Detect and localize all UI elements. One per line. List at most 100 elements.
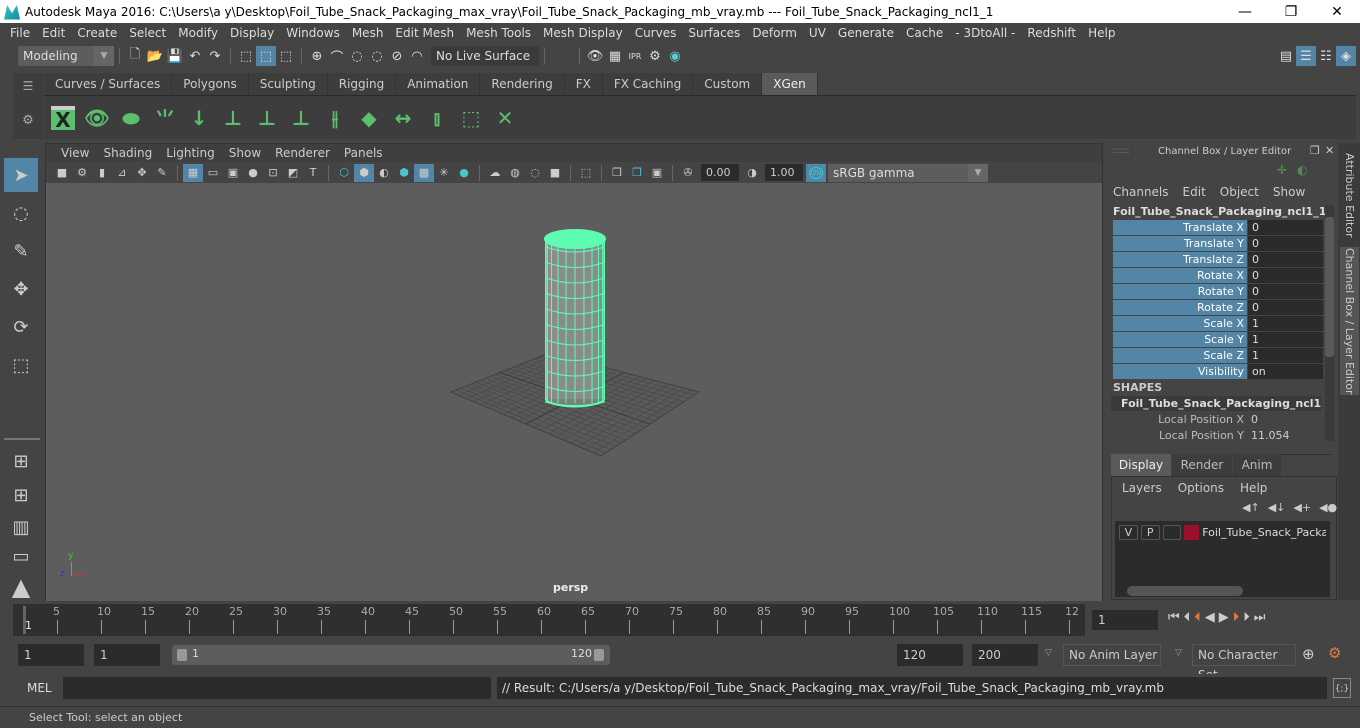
- gate-mask-icon[interactable]: ●: [243, 164, 263, 182]
- menu-uv[interactable]: UV: [803, 26, 832, 40]
- density-map-icon[interactable]: ◆: [354, 102, 384, 134]
- tab-channel-box-layer-editor[interactable]: Channel Box / Layer Editor: [1340, 247, 1359, 395]
- range-slider[interactable]: 1 120: [172, 645, 610, 665]
- move-tool-icon[interactable]: ✥: [4, 272, 38, 306]
- layer-menu-layers[interactable]: Layers: [1122, 481, 1162, 495]
- scale-tool-icon[interactable]: ⬚: [4, 348, 38, 382]
- play-backwards-icon[interactable]: ◀: [1205, 610, 1215, 625]
- exposure-field[interactable]: 0.00: [701, 164, 739, 181]
- redo-icon[interactable]: ↷: [205, 46, 225, 66]
- playback-start-field[interactable]: 1: [94, 644, 160, 666]
- step-back-frame-icon[interactable]: ⏴: [1194, 610, 1201, 625]
- image-plane-icon[interactable]: ⊿: [112, 164, 132, 182]
- step-back-key-icon[interactable]: ⏴: [1184, 610, 1191, 625]
- select-object-icon[interactable]: ⬚: [256, 46, 276, 66]
- shelf-tab-rigging[interactable]: Rigging: [327, 73, 397, 95]
- layer-menu-help[interactable]: Help: [1240, 481, 1267, 495]
- channel-row[interactable]: Scale Y1: [1113, 332, 1323, 347]
- character-set-dropdown[interactable]: No Character Set: [1192, 644, 1296, 682]
- outliner-persp-layout-icon[interactable]: ▥: [4, 512, 38, 542]
- channel-value[interactable]: 0: [1248, 252, 1323, 267]
- menu-mesh[interactable]: Mesh: [346, 26, 390, 40]
- bounding-guides-icon[interactable]: ⬚: [456, 102, 486, 134]
- channel-value[interactable]: 0: [1248, 220, 1323, 235]
- layer-display-type-toggle[interactable]: [1162, 525, 1182, 540]
- shelf-tab-fx[interactable]: FX: [564, 73, 603, 95]
- channel-value[interactable]: 1: [1248, 316, 1323, 331]
- menu-redshift[interactable]: Redshift: [1021, 26, 1082, 40]
- gamma-icon[interactable]: ◑: [742, 164, 762, 182]
- safe-title-icon[interactable]: T: [303, 164, 323, 182]
- delete-guides-icon[interactable]: ✕: [490, 102, 520, 134]
- snap-grid-icon[interactable]: ⊕: [307, 46, 327, 66]
- shape-name[interactable]: Foil_Tube_Snack_Packaging_ncl1_1S...: [1111, 396, 1321, 411]
- menu-cache[interactable]: Cache: [900, 26, 949, 40]
- shelf-tab-custom[interactable]: Custom: [693, 73, 763, 95]
- layer-tab-render[interactable]: Render: [1172, 454, 1232, 476]
- channel-label[interactable]: Scale Y: [1113, 332, 1247, 347]
- attribute-editor-toggle-icon[interactable]: ☰: [1296, 46, 1316, 66]
- channel-label[interactable]: Rotate Y: [1113, 284, 1247, 299]
- four-view-layout-icon[interactable]: ⊞: [4, 482, 38, 508]
- channel-value[interactable]: 1: [1248, 348, 1323, 363]
- step-forward-key-icon[interactable]: ⏵: [1243, 610, 1250, 625]
- float-panel-icon[interactable]: ❐: [1310, 144, 1320, 157]
- grid-icon[interactable]: ▦: [183, 163, 203, 182]
- grease-pencil-icon[interactable]: ✎: [152, 164, 172, 182]
- menu-set-dropdown[interactable]: Modeling ▼: [18, 46, 114, 66]
- menu-file[interactable]: File: [4, 26, 36, 40]
- isolate-select-icon[interactable]: ⬚: [576, 164, 596, 182]
- depth-of-field-icon[interactable]: ■: [545, 164, 565, 182]
- viewport-canvas[interactable]: y x z persp: [46, 183, 1102, 601]
- modeling-toolkit-icon[interactable]: ▤: [1276, 46, 1296, 66]
- scroll-thumb[interactable]: [1325, 217, 1334, 357]
- paint-select-tool-icon[interactable]: ✎: [4, 234, 38, 268]
- channel-box-scrollbar[interactable]: [1325, 205, 1334, 441]
- channel-label[interactable]: Translate Z: [1113, 252, 1247, 267]
- resolution-gate-icon[interactable]: ▣: [223, 164, 243, 182]
- channel-row[interactable]: Rotate X0: [1113, 268, 1323, 283]
- motion-blur-icon[interactable]: ◍: [505, 164, 525, 182]
- shape-channel-row[interactable]: Local Position Y 11.054: [1113, 429, 1323, 442]
- manipulator-icon[interactable]: ✛: [1277, 163, 1287, 177]
- add-guides-icon[interactable]: ⺌: [150, 102, 180, 134]
- view-transform-dropdown[interactable]: sRGB gamma ▼: [828, 163, 988, 182]
- channel-label[interactable]: Visibility: [1113, 364, 1247, 379]
- tool-settings-toggle-icon[interactable]: ☷: [1316, 46, 1336, 66]
- channel-row[interactable]: Visibility on: [1113, 364, 1323, 379]
- ipr-render-icon[interactable]: IPR: [625, 46, 645, 66]
- time-slider[interactable]: 5 10 15 20 25 30 35 40 45 50 55 60 65 70 75 80 85 90 95 100…: [13, 604, 1085, 636]
- menu-create[interactable]: Create: [71, 26, 123, 40]
- auto-key-icon[interactable]: ⊕: [1302, 645, 1315, 663]
- lasso-tool-icon[interactable]: ◌: [4, 196, 38, 230]
- shape-channel-row[interactable]: Local Position X 0: [1113, 413, 1323, 426]
- channel-label[interactable]: Rotate Z: [1113, 300, 1247, 315]
- viewport-menu-show[interactable]: Show: [222, 146, 268, 160]
- select-tool-icon[interactable]: ➤: [4, 158, 38, 192]
- channel-label[interactable]: Rotate X: [1113, 268, 1247, 283]
- rotate-tool-icon[interactable]: ⟳: [4, 310, 38, 344]
- character-set-chevron-icon[interactable]: ▽: [1175, 648, 1182, 658]
- screen-space-ao-icon[interactable]: ☁: [485, 164, 505, 182]
- shelf-settings-icon[interactable]: ⚙: [13, 113, 43, 128]
- close-button[interactable]: ✕: [1314, 0, 1360, 23]
- range-start-handle[interactable]: [177, 649, 187, 661]
- layer-row[interactable]: V P Foil_Tube_Snack_Packag: [1115, 521, 1330, 544]
- channel-value[interactable]: 0: [1248, 284, 1323, 299]
- shelf-tab-curves-surfaces[interactable]: Curves / Surfaces: [44, 73, 173, 95]
- layer-color-swatch[interactable]: [1184, 525, 1200, 540]
- select-guides-icon[interactable]: ⫾: [422, 102, 452, 134]
- speed-icon[interactable]: ◐: [1297, 163, 1307, 177]
- range-end-handle[interactable]: [594, 649, 604, 661]
- anim-layer-dropdown[interactable]: No Anim Layer: [1063, 644, 1161, 666]
- script-language-toggle[interactable]: MEL: [27, 681, 52, 695]
- sculpt-guide-icon[interactable]: ⊥: [252, 102, 282, 134]
- render-view-icon[interactable]: 👁: [585, 46, 605, 66]
- channel-value[interactable]: on: [1248, 364, 1323, 379]
- channel-label[interactable]: Translate Y: [1113, 236, 1247, 251]
- use-all-lights-icon[interactable]: ✳: [434, 164, 454, 182]
- channel-menu-edit[interactable]: Edit: [1183, 185, 1206, 199]
- textured-icon[interactable]: ▩: [414, 163, 434, 182]
- snap-view-plane-icon[interactable]: ◌: [367, 46, 387, 66]
- channel-value[interactable]: 1: [1248, 332, 1323, 347]
